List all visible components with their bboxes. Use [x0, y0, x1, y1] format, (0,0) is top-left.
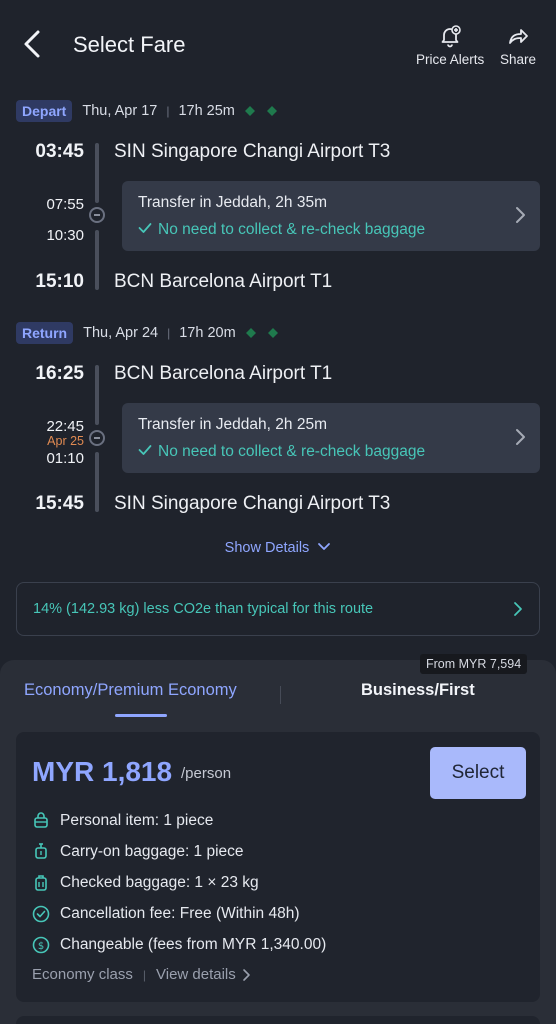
return-transfer-arrive: 22:45 [46, 418, 84, 435]
share-icon [509, 29, 528, 44]
feature-personal-item: Personal item: 1 piece [32, 810, 213, 832]
depart-arr-airport: BCN Barcelona Airport T1 [114, 271, 333, 292]
leaf-icon [267, 328, 278, 338]
feature-carry-on: Carry-on baggage: 1 piece [32, 841, 244, 863]
timeline-line [95, 230, 99, 290]
depart-header: Depart Thu, Apr 17 | 17h 25m [16, 99, 279, 123]
share-label: Share [500, 52, 537, 67]
return-transfer-card[interactable]: Transfer in Jeddah, 2h 25m No need to co… [122, 403, 540, 473]
page-title: Select Fare [73, 32, 186, 57]
view-details-link[interactable]: View details [156, 966, 252, 983]
feature-text: Cancellation fee: Free (Within 48h) [60, 905, 300, 922]
carry-on-icon [35, 843, 47, 859]
check-icon [138, 445, 152, 455]
feature-text: Personal item: 1 piece [60, 812, 214, 829]
return-transfer-depart: 01:10 [46, 450, 84, 467]
leaf-icon [245, 328, 256, 338]
return-baggage-note: No need to collect & re-check baggage [138, 443, 425, 461]
show-details-button[interactable]: Show Details [0, 540, 556, 556]
active-tab-indicator [115, 714, 167, 717]
chevron-left-icon [24, 30, 40, 58]
feature-cancellation: Cancellation fee: Free (Within 48h) [32, 903, 300, 925]
chevron-right-icon [242, 968, 250, 981]
feature-text: Changeable (fees from MYR 1,340.00) [60, 936, 327, 953]
fare-footer: Economy class | View details [32, 966, 252, 983]
depart-duration: 17h 25m [178, 103, 235, 119]
return-transfer-text: Transfer in Jeddah, 2h 25m [138, 416, 327, 433]
depart-baggage-note: No need to collect & re-check baggage [138, 221, 425, 239]
return-transfer-date: Apr 25 [47, 434, 84, 448]
timeline-line [95, 143, 99, 203]
share-button[interactable]: Share [500, 24, 536, 67]
depart-dep-airport: SIN Singapore Changi Airport T3 [114, 141, 391, 162]
class-label: Economy class [32, 966, 133, 983]
leaf-icon [266, 106, 277, 116]
return-badge: Return [16, 322, 74, 344]
next-fare-card [16, 1016, 540, 1024]
return-date: Thu, Apr 24 [83, 325, 159, 341]
return-arr-airport: SIN Singapore Changi Airport T3 [114, 493, 391, 514]
feature-checked-baggage: Checked baggage: 1 × 23 kg [32, 872, 259, 894]
return-dep-time: 16:25 [35, 363, 84, 384]
view-details-label: View details [156, 966, 236, 983]
return-duration: 17h 20m [179, 325, 236, 341]
return-arr-time: 15:45 [35, 493, 84, 514]
back-button[interactable] [18, 26, 48, 62]
eco-banner-text: 14% (142.93 kg) less CO2e than typical f… [33, 601, 374, 617]
personal-item-icon [34, 812, 48, 828]
return-dep-airport: BCN Barcelona Airport T1 [114, 363, 333, 384]
timeline-line [95, 452, 99, 512]
separator: | [166, 104, 170, 118]
depart-baggage-text: No need to collect & re-check baggage [158, 221, 426, 238]
price-alerts-label: Price Alerts [416, 52, 485, 67]
timeline-line [95, 365, 99, 425]
return-baggage-text: No need to collect & re-check baggage [158, 443, 426, 460]
price-alerts-button[interactable]: Price Alerts [416, 24, 484, 67]
dollar-circle-icon: $ [32, 936, 50, 954]
depart-transfer-card[interactable]: Transfer in Jeddah, 2h 35m No need to co… [122, 181, 540, 251]
checked-baggage-icon [35, 875, 47, 891]
tab-divider [280, 686, 281, 704]
separator: | [142, 967, 146, 982]
bell-plus-icon [441, 25, 461, 48]
chevron-down-icon [318, 543, 331, 550]
from-price-badge: From MYR 7,594 [420, 654, 528, 674]
header: Select Fare Price Alerts Share [0, 0, 556, 90]
transfer-dot-icon [89, 430, 105, 446]
fare-per-person: /person [181, 765, 232, 782]
tab-business[interactable]: Business/First [361, 681, 475, 700]
eco-banner[interactable]: 14% (142.93 kg) less CO2e than typical f… [16, 582, 540, 636]
show-details-label: Show Details [224, 540, 310, 556]
svg-text:$: $ [38, 941, 44, 952]
depart-transfer-text: Transfer in Jeddah, 2h 35m [138, 194, 327, 211]
select-button[interactable]: Select [430, 747, 526, 799]
chevron-right-icon [514, 602, 522, 616]
return-header: Return Thu, Apr 24 | 17h 20m [16, 321, 280, 345]
feature-text: Checked baggage: 1 × 23 kg [60, 874, 259, 891]
check-circle-icon [32, 905, 50, 923]
leaf-icon [244, 106, 255, 116]
tab-economy[interactable]: Economy/Premium Economy [24, 681, 237, 700]
depart-dep-time: 03:45 [35, 141, 84, 162]
transfer-dot-icon [89, 207, 105, 223]
feature-text: Carry-on baggage: 1 piece [60, 843, 244, 860]
separator: | [167, 326, 171, 340]
depart-badge: Depart [16, 100, 73, 122]
fare-card: MYR 1,818 /person Select Personal item: … [16, 732, 540, 1002]
depart-date: Thu, Apr 17 [82, 103, 158, 119]
depart-transfer-depart: 10:30 [46, 227, 84, 244]
fare-price: MYR 1,818 [32, 756, 173, 787]
check-icon [138, 223, 152, 233]
depart-transfer-arrive: 07:55 [46, 196, 84, 213]
chevron-right-icon [516, 207, 525, 223]
depart-arr-time: 15:10 [35, 271, 84, 292]
feature-changeable: $ Changeable (fees from MYR 1,340.00) [32, 934, 326, 956]
chevron-right-icon [516, 429, 525, 445]
